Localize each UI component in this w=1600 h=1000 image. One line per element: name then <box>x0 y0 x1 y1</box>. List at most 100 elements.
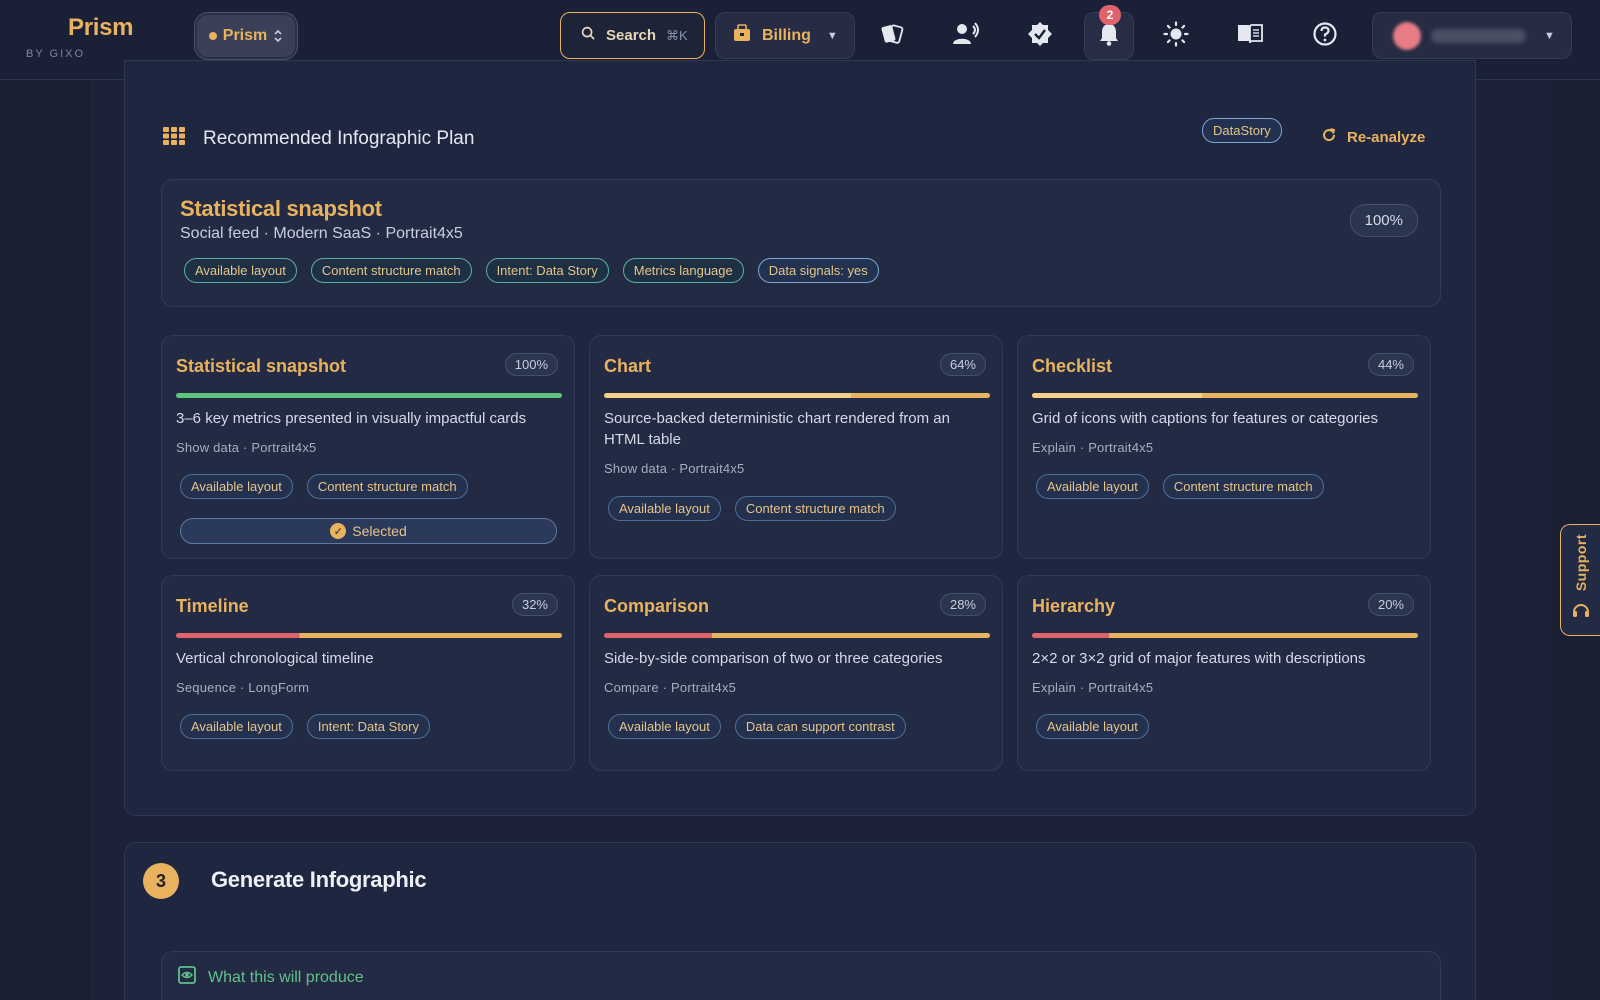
hero-tag: Available layout <box>184 258 297 283</box>
billing-icon <box>732 23 752 48</box>
card-description: Grid of icons with captions for features… <box>1032 410 1378 427</box>
score-bar-fill <box>604 633 990 638</box>
eye-icon <box>178 966 196 989</box>
score-bar-fill <box>1032 633 1418 638</box>
top-recommendation-card[interactable]: Statistical snapshot Social feed · Moder… <box>161 179 1441 307</box>
card-tag: Available layout <box>1036 714 1149 739</box>
option-card-hierarchy[interactable]: Hierarchy 20% 2×2 or 3×2 grid of major f… <box>1017 575 1431 771</box>
notifications-button[interactable]: 2 <box>1084 5 1134 60</box>
notification-count-badge: 2 <box>1099 5 1121 25</box>
left-gutter <box>0 80 90 1000</box>
card-meta: Show data · Portrait4x5 <box>604 461 745 476</box>
card-title: Timeline <box>176 596 249 616</box>
workspace-switcher[interactable]: Prism <box>194 12 298 60</box>
speaker-icon-button[interactable] <box>941 12 991 60</box>
card-tag: Available layout <box>608 496 721 521</box>
help-button[interactable] <box>1300 12 1350 60</box>
card-meta: Explain · Portrait4x5 <box>1032 680 1154 695</box>
score-bar <box>176 393 562 398</box>
datastory-badge: DataStory <box>1202 118 1282 143</box>
search-label: Search <box>606 27 657 44</box>
card-score: 20% <box>1367 593 1414 616</box>
score-bar <box>176 633 562 638</box>
card-tag: Available layout <box>608 714 721 739</box>
support-label: Support <box>1572 533 1589 592</box>
card-tags: Available layout Content structure match <box>1036 474 1324 499</box>
card-description: Side-by-side comparison of two or three … <box>604 650 943 667</box>
card-title: Checklist <box>1032 356 1113 376</box>
card-meta: Sequence · LongForm <box>176 680 310 695</box>
hero-tags: Available layout Content structure match… <box>184 258 879 283</box>
card-tags: Available layout <box>1036 714 1149 739</box>
plan-header: Recommended Infographic Plan <box>163 127 474 150</box>
card-description: Vertical chronological timeline <box>176 650 374 667</box>
billing-label: Billing <box>762 26 811 44</box>
option-card-timeline[interactable]: Timeline 32% Vertical chronological time… <box>161 575 575 771</box>
search-button[interactable]: Search ⌘K <box>560 12 705 59</box>
brand-subtitle: BY GIXO <box>26 48 86 60</box>
verified-icon-button[interactable] <box>1015 12 1065 60</box>
selected-indicator[interactable]: ✓ Selected <box>180 518 557 544</box>
card-tag: Intent: Data Story <box>306 714 430 739</box>
score-bar <box>1032 633 1418 638</box>
theme-toggle-button[interactable] <box>1151 12 1201 60</box>
brand-logo[interactable]: Prism BY GIXO <box>26 14 134 60</box>
docs-button[interactable] <box>1225 12 1275 60</box>
card-description: Source-backed deterministic chart render… <box>604 410 950 448</box>
hero-tag: Intent: Data Story <box>485 258 609 283</box>
avatar <box>1393 21 1421 50</box>
reanalyze-button[interactable]: Re-analyze <box>1321 127 1425 147</box>
support-tab[interactable]: Support <box>1560 524 1600 636</box>
card-score: 64% <box>939 353 986 376</box>
voice-user-icon <box>952 21 980 51</box>
card-meta: Show data · Portrait4x5 <box>176 440 317 455</box>
card-score: 100% <box>504 353 558 376</box>
grid-icon <box>163 127 185 150</box>
card-tag: Content structure match <box>1162 474 1324 499</box>
workspace-label: Prism <box>222 27 268 44</box>
workspace-dot-icon <box>208 32 217 40</box>
hero-tag: Content structure match <box>310 258 472 283</box>
check-circle-icon: ✓ <box>330 523 347 539</box>
card-meta: Compare · Portrait4x5 <box>604 680 737 695</box>
section-title: Generate Infographic <box>211 867 427 892</box>
produce-label-row: What this will produce <box>178 966 364 989</box>
card-tag: Available layout <box>1036 474 1149 499</box>
plan-title: Recommended Infographic Plan <box>203 127 475 149</box>
score-bar <box>1032 393 1418 398</box>
option-card-comparison[interactable]: Comparison 28% Side-by-side comparison o… <box>589 575 1003 771</box>
card-tag: Available layout <box>180 714 293 739</box>
card-tag: Content structure match <box>306 474 468 499</box>
produce-label: What this will produce <box>208 968 364 986</box>
billing-dropdown[interactable]: Billing ▼ <box>715 12 855 59</box>
hero-subtitle: Social feed · Modern SaaS · Portrait4x5 <box>180 225 463 242</box>
card-score: 28% <box>939 593 986 616</box>
brand-name: Prism <box>68 14 134 41</box>
card-tag: Data can support contrast <box>734 714 906 739</box>
user-menu[interactable]: ▼ <box>1372 12 1572 59</box>
option-card-statistical-snapshot[interactable]: Statistical snapshot 100% 3–6 key metric… <box>161 335 575 559</box>
option-card-chart[interactable]: Chart 64% Source-backed deterministic ch… <box>589 335 1003 559</box>
card-tags: Available layout Intent: Data Story <box>180 714 430 739</box>
infographic-plan-panel: Recommended Infographic Plan DataStory R… <box>124 60 1476 816</box>
chevron-updown-icon <box>273 28 283 44</box>
card-tags: Available layout Data can support contra… <box>608 714 906 739</box>
hero-title: Statistical snapshot <box>180 196 382 221</box>
refresh-icon <box>1321 127 1337 147</box>
cards-icon <box>879 22 905 51</box>
card-tag: Content structure match <box>734 496 896 521</box>
hero-score-badge: 100% <box>1349 204 1418 237</box>
score-bar-fill <box>604 393 990 398</box>
support-headset-icon <box>1571 601 1591 626</box>
user-name-redacted <box>1431 28 1526 43</box>
produce-preview-box[interactable]: What this will produce <box>161 951 1441 1000</box>
card-tags: Available layout Content structure match <box>180 474 468 499</box>
card-title: Chart <box>604 356 652 376</box>
card-score: 44% <box>1367 353 1414 376</box>
cards-icon-button[interactable] <box>867 12 917 60</box>
score-bar <box>604 633 990 638</box>
card-score: 32% <box>511 593 558 616</box>
option-card-checklist[interactable]: Checklist 44% Grid of icons with caption… <box>1017 335 1431 559</box>
caret-down-icon: ▼ <box>826 29 838 42</box>
score-bar <box>604 393 990 398</box>
